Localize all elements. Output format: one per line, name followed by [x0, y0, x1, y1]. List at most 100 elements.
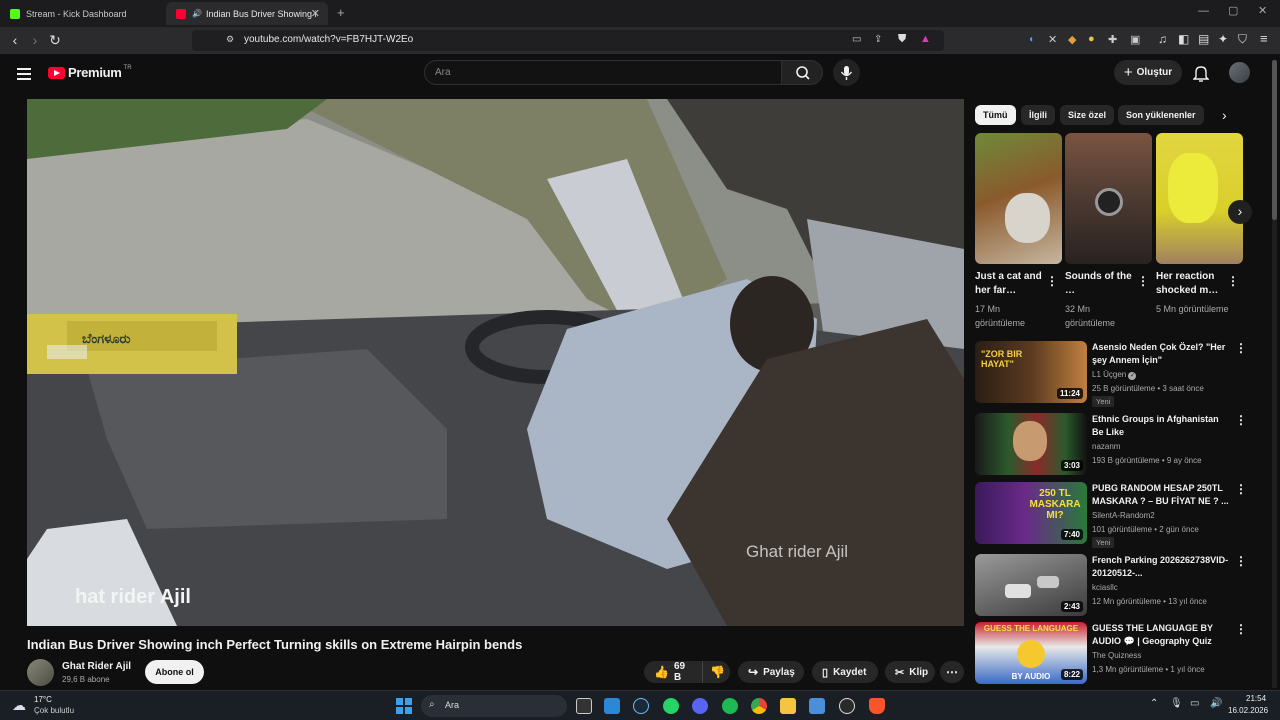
- steam-icon[interactable]: [633, 698, 649, 714]
- store-icon[interactable]: [604, 698, 620, 714]
- close-tab-icon[interactable]: ✕: [311, 7, 320, 20]
- maximize-button[interactable]: ▢: [1228, 4, 1238, 17]
- chip-recently-uploaded[interactable]: Son yüklenenler: [1118, 105, 1204, 125]
- subscribe-button[interactable]: Abone ol: [145, 660, 204, 684]
- cast-icon[interactable]: ▭: [852, 34, 861, 45]
- music-icon[interactable]: ♫: [1158, 32, 1167, 46]
- weather-widget[interactable]: ☁ 17°C Çok bulutlu: [12, 695, 102, 717]
- tab-kick-dashboard[interactable]: Stream - Kick Dashboard: [0, 2, 166, 25]
- video-thumbnail[interactable]: 3:03: [975, 413, 1087, 475]
- discord-icon[interactable]: [692, 698, 708, 714]
- forward-button[interactable]: ›: [26, 31, 44, 49]
- leo-icon[interactable]: ⛉: [1238, 32, 1247, 47]
- extension-icon[interactable]: ◖: [1028, 34, 1034, 45]
- short-title[interactable]: Sounds of the …: [1065, 270, 1135, 298]
- video-thumbnail[interactable]: "ZOR BIR HAYAT" 11:24: [975, 341, 1087, 403]
- chip-for-you[interactable]: Size özel: [1060, 105, 1115, 125]
- extensions-puzzle-icon[interactable]: ▣: [1130, 33, 1140, 46]
- recommendation-item[interactable]: 250 TL MASKARA MI? 7:40 PUBG RANDOM HESA…: [975, 482, 1255, 548]
- obs-icon[interactable]: [839, 698, 855, 714]
- more-options-icon[interactable]: ⋮: [1227, 274, 1239, 288]
- site-info-icon[interactable]: ⚙: [226, 34, 234, 45]
- recommendation-channel: The Quizness: [1092, 651, 1142, 660]
- back-button[interactable]: ‹: [6, 31, 24, 49]
- notifications-bell-icon[interactable]: [1192, 64, 1210, 87]
- vpn-icon[interactable]: ✦: [1218, 32, 1228, 46]
- sidebar-icon[interactable]: ◧: [1178, 32, 1189, 46]
- avatar[interactable]: [1229, 62, 1250, 83]
- video-thumbnail[interactable]: 2:43: [975, 554, 1087, 616]
- more-actions-button[interactable]: ⋯: [940, 661, 964, 683]
- recommendation-item[interactable]: 3:03 Ethnic Groups in Afghanistan Be Lik…: [975, 413, 1255, 477]
- clock-time[interactable]: 21:54: [1246, 694, 1266, 703]
- shield-icon[interactable]: ⛊: [898, 33, 906, 46]
- chevron-up-icon[interactable]: ⌃: [1150, 698, 1158, 709]
- chip-all[interactable]: Tümü: [975, 105, 1016, 125]
- chevron-right-icon[interactable]: ›: [1222, 107, 1227, 123]
- whatsapp-icon[interactable]: [663, 698, 679, 714]
- like-button[interactable]: 👍 69 B: [644, 661, 702, 683]
- clip-button[interactable]: ✂ Klip: [885, 661, 935, 683]
- clock-date[interactable]: 16.02.2026: [1228, 706, 1268, 715]
- recommendation-item[interactable]: 2:43 French Parking 2026262738VID-201205…: [975, 554, 1255, 618]
- windows-start-icon[interactable]: [396, 698, 412, 714]
- microphone-icon[interactable]: 🎙: [1170, 698, 1183, 709]
- new-tab-button[interactable]: +: [337, 5, 345, 20]
- short-title[interactable]: Her reaction shocked m…: [1156, 270, 1226, 298]
- more-options-icon[interactable]: ⋮: [1235, 482, 1247, 496]
- wallet-icon[interactable]: ▤: [1198, 32, 1209, 46]
- address-bar[interactable]: ⚙ youtube.com/watch?v=FB7HJT-W2Eo ▭ ⇪ ⛊ …: [192, 30, 944, 51]
- reload-button[interactable]: ↻: [46, 31, 64, 49]
- shorts-next-button[interactable]: ›: [1228, 200, 1252, 224]
- minimize-button[interactable]: —: [1198, 5, 1209, 17]
- extension-icon[interactable]: ✚: [1108, 33, 1117, 46]
- video-thumbnail[interactable]: 250 TL MASKARA MI? 7:40: [975, 482, 1087, 544]
- share-button[interactable]: ↪ Paylaş: [738, 661, 804, 683]
- search-button[interactable]: [781, 60, 823, 85]
- video-player[interactable]: ಬೆಂಗಳೂರು Ghat rider Ajil hat rider Ajil: [27, 99, 964, 626]
- more-options-icon[interactable]: ⋮: [1235, 622, 1247, 636]
- search-input[interactable]: Ara: [424, 60, 782, 85]
- weather-temp: 17°C: [34, 695, 52, 704]
- brave-rewards-icon[interactable]: ▲: [920, 33, 931, 45]
- app-icon[interactable]: [809, 698, 825, 714]
- short-thumbnail[interactable]: [1065, 133, 1152, 264]
- short-thumbnail[interactable]: [1156, 133, 1243, 264]
- close-window-button[interactable]: ✕: [1258, 4, 1267, 17]
- more-options-icon[interactable]: ⋮: [1235, 413, 1247, 427]
- extension-icon[interactable]: ◆: [1068, 33, 1076, 46]
- display-icon[interactable]: ▭: [1190, 698, 1199, 709]
- brave-icon[interactable]: [869, 698, 885, 714]
- create-button[interactable]: + Oluştur: [1114, 60, 1182, 85]
- youtube-premium-logo[interactable]: Premium TR: [48, 65, 132, 80]
- more-options-icon[interactable]: ⋮: [1235, 554, 1247, 568]
- short-title[interactable]: Just a cat and her far…: [975, 270, 1045, 298]
- short-thumbnail[interactable]: [975, 133, 1062, 264]
- menu-icon[interactable]: ≡: [1260, 31, 1268, 46]
- channel-avatar[interactable]: [27, 659, 54, 686]
- task-view-icon[interactable]: [576, 698, 592, 714]
- voice-search-button[interactable]: [833, 59, 860, 86]
- recommendation-item[interactable]: GUESS THE LANGUAGE BY AUDIO 8:22 GUESS T…: [975, 622, 1255, 686]
- page-scrollbar[interactable]: [1272, 60, 1277, 688]
- more-options-icon[interactable]: ⋮: [1137, 274, 1149, 288]
- chip-label: Size özel: [1068, 110, 1107, 120]
- file-explorer-icon[interactable]: [780, 698, 796, 714]
- share-icon[interactable]: ⇪: [874, 34, 882, 45]
- extension-icon[interactable]: ✕: [1048, 33, 1057, 46]
- more-options-icon[interactable]: ⋮: [1046, 274, 1058, 288]
- volume-icon[interactable]: 🔊: [1210, 698, 1222, 709]
- hamburger-menu-icon[interactable]: [17, 65, 31, 83]
- spotify-icon[interactable]: [722, 698, 738, 714]
- video-thumbnail[interactable]: GUESS THE LANGUAGE BY AUDIO 8:22: [975, 622, 1087, 684]
- save-button[interactable]: ▯ Kaydet: [812, 661, 878, 683]
- more-options-icon[interactable]: ⋮: [1235, 341, 1247, 355]
- extension-icon[interactable]: ●: [1088, 33, 1095, 45]
- chip-related[interactable]: İlgili: [1021, 105, 1055, 125]
- taskbar-search[interactable]: ⌕ Ara: [421, 695, 567, 717]
- tab-youtube-video[interactable]: 🔊 Indian Bus Driver Showing inch ✕: [166, 2, 328, 25]
- recommendation-item[interactable]: "ZOR BIR HAYAT" 11:24 Asensio Neden Çok …: [975, 341, 1255, 407]
- chrome-icon[interactable]: [751, 698, 767, 714]
- channel-name[interactable]: Ghat Rider Ajil: [62, 661, 131, 672]
- dislike-button[interactable]: 👎: [702, 661, 730, 683]
